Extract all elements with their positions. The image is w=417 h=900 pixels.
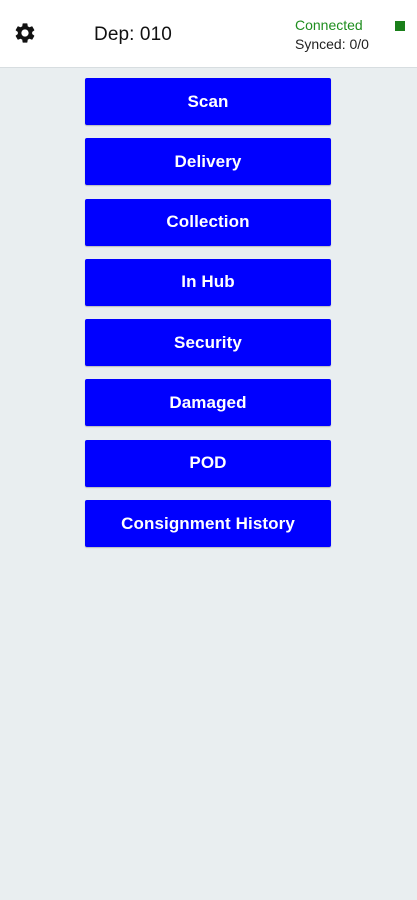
consignment-history-button[interactable]: Consignment History [85, 500, 331, 548]
pod-button[interactable]: POD [85, 439, 331, 487]
connected-row: Connected [295, 16, 405, 35]
damaged-button[interactable]: Damaged [85, 379, 331, 427]
gear-icon [13, 21, 37, 50]
security-button[interactable]: Security [85, 319, 331, 367]
in-hub-button[interactable]: In Hub [85, 258, 331, 306]
sync-status-text: Synced: 0/0 [295, 36, 369, 52]
collection-button[interactable]: Collection [85, 198, 331, 246]
connected-status-text: Connected [295, 17, 363, 33]
connection-status-panel: Connected Synced: 0/0 [295, 16, 405, 53]
scan-button[interactable]: Scan [85, 78, 331, 125]
depot-label: Dep: 010 [94, 24, 172, 45]
connected-indicator-icon [395, 21, 405, 31]
delivery-button[interactable]: Delivery [85, 138, 331, 186]
main-menu: Scan Delivery Collection In Hub Security… [85, 78, 331, 560]
app-screen: Dep: 010 Connected Synced: 0/0 Scan Deli… [0, 0, 417, 900]
top-header: Dep: 010 Connected Synced: 0/0 [0, 0, 417, 68]
settings-button[interactable] [12, 22, 38, 48]
